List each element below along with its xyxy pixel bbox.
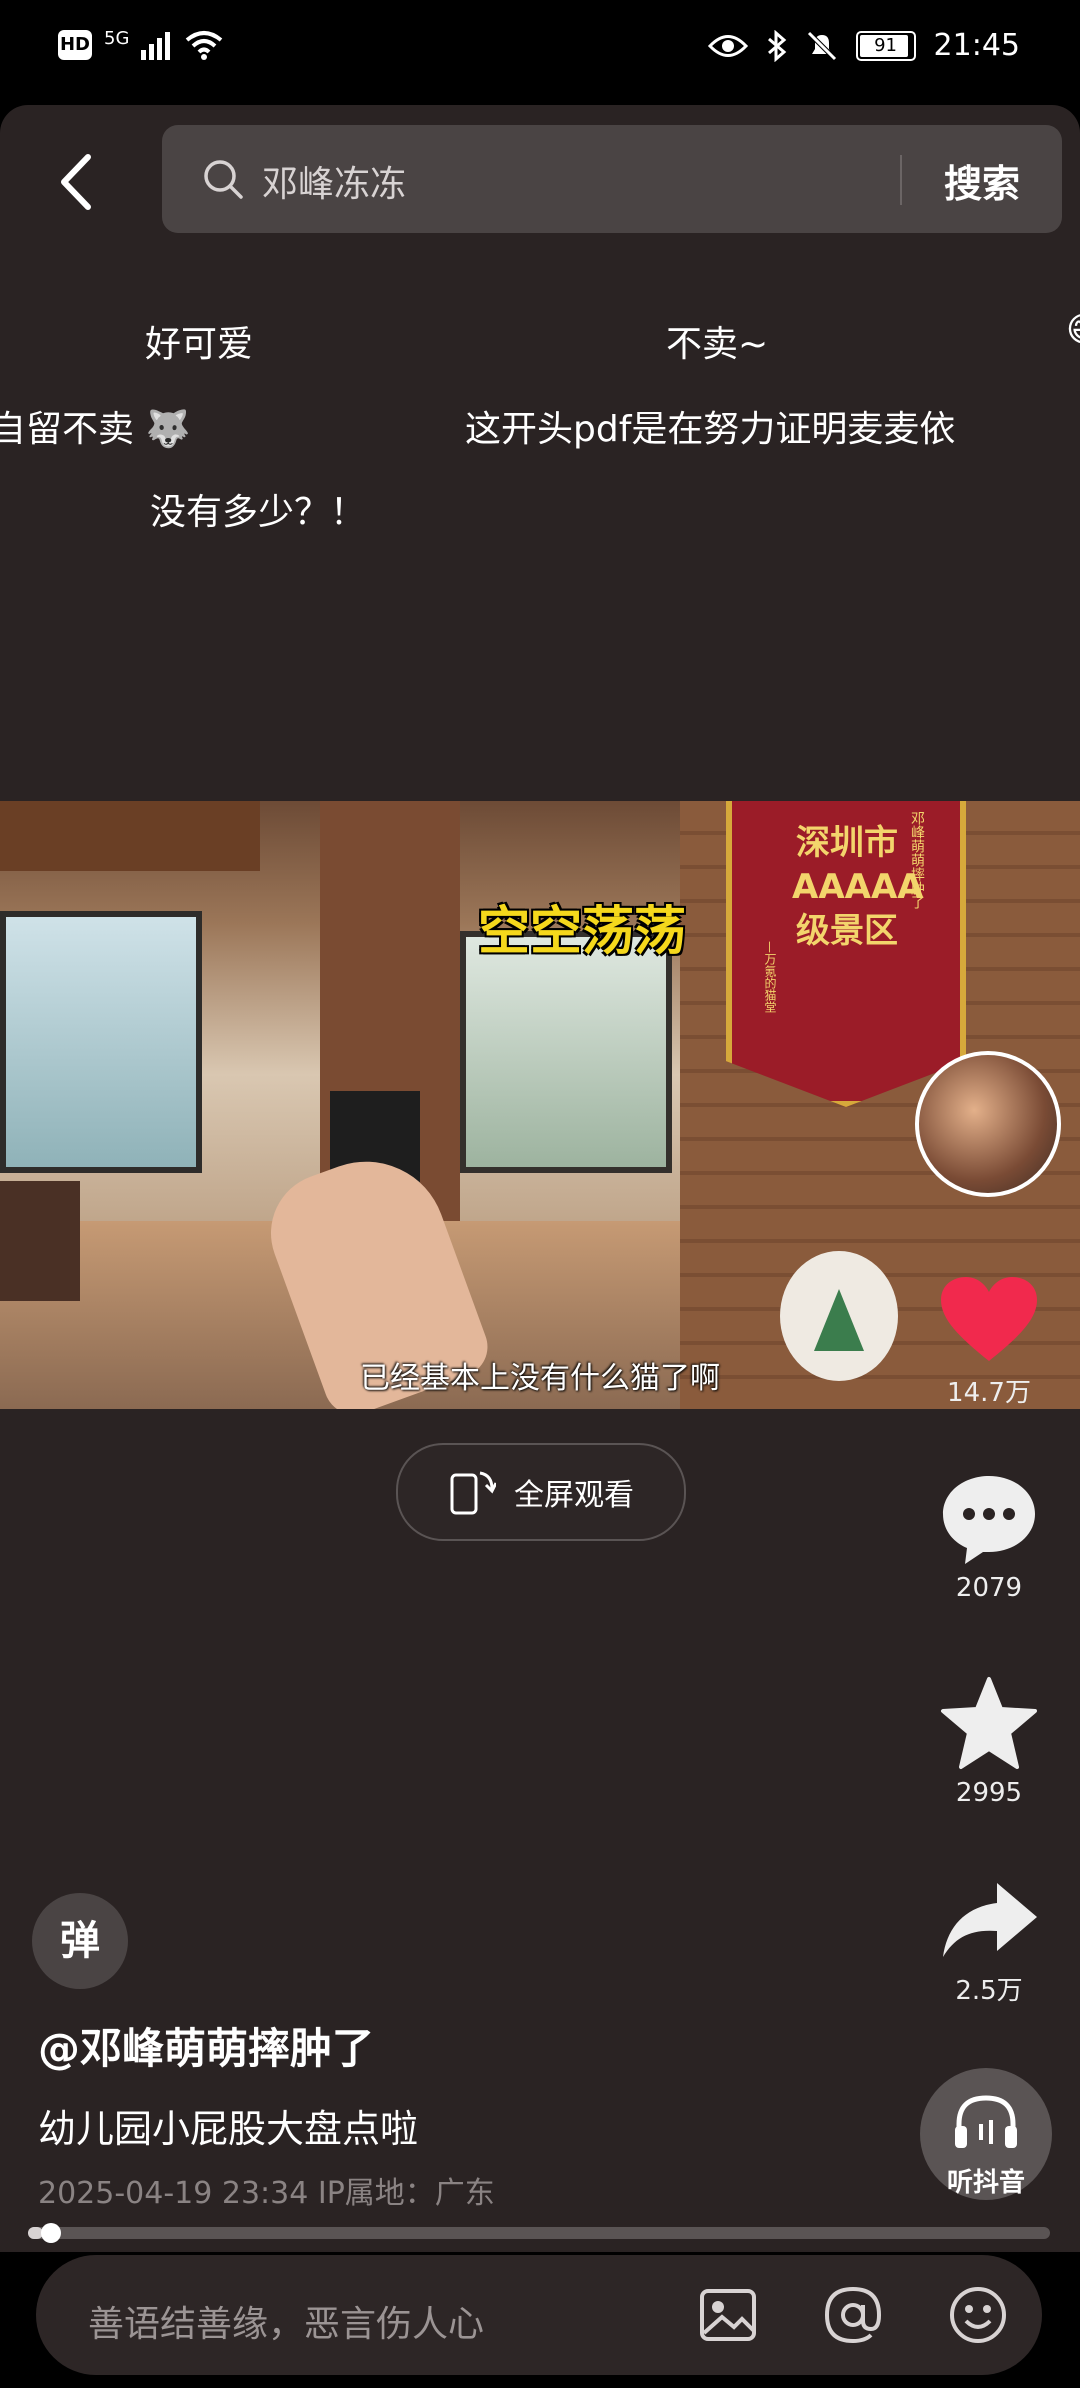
pennant-banner: 深圳市AAAAA级景区 邓峰萌萌摔肿了 —万氪的猫堂 bbox=[726, 801, 966, 1107]
danmaku-item: 好可爱 bbox=[145, 324, 254, 365]
comment-input-bar[interactable]: 善语结善缘，恶言伤人心 bbox=[36, 2255, 1042, 2375]
listen-label: 听抖音 bbox=[946, 2168, 1025, 2198]
video-window bbox=[460, 931, 672, 1173]
video-sofa bbox=[0, 1181, 80, 1301]
listen-button[interactable]: 听抖音 bbox=[920, 2068, 1052, 2200]
search-divider bbox=[900, 155, 902, 205]
search-bar[interactable]: 邓峰冻冻 搜索 bbox=[162, 125, 1062, 233]
danmaku-item: 不卖~ bbox=[666, 324, 769, 365]
star-icon[interactable] bbox=[939, 1675, 1039, 1771]
image-icon[interactable] bbox=[696, 2283, 760, 2347]
battery-icon: 91 bbox=[855, 30, 916, 61]
search-icon bbox=[204, 160, 243, 199]
banner-side-text: 邓峰萌萌摔肿了 bbox=[909, 811, 925, 909]
status-left: HD 5G bbox=[58, 27, 223, 60]
comment-input[interactable]: 善语结善缘，恶言伤人心 bbox=[88, 2295, 484, 2347]
bell-muted-icon bbox=[806, 30, 837, 61]
share-action[interactable]: 2.5万 bbox=[914, 1877, 1064, 2007]
share-arrow-icon[interactable] bbox=[939, 1877, 1039, 1963]
emoji-picker-icon[interactable] bbox=[946, 2283, 1010, 2347]
favorite-action[interactable]: 2995 bbox=[914, 1675, 1064, 1808]
eye-icon bbox=[707, 34, 748, 57]
favorite-count: 2995 bbox=[955, 1778, 1023, 1808]
progress-knob[interactable] bbox=[41, 2223, 62, 2243]
headphones-icon bbox=[955, 2095, 1017, 2148]
hd-icon: HD bbox=[58, 30, 92, 60]
fullscreen-label: 全屏观看 bbox=[514, 1478, 634, 1513]
author-name[interactable]: @邓峰萌萌摔肿了 bbox=[38, 2015, 374, 2076]
video-ceiling bbox=[0, 801, 260, 871]
danmaku-item: 自留不卖 🐺 bbox=[0, 400, 190, 452]
danmaku-item: 这开头pdf是在努力证明麦麦依 bbox=[465, 409, 956, 450]
battery-level: 91 bbox=[874, 34, 897, 56]
comment-action[interactable]: 2079 bbox=[914, 1472, 1064, 1603]
signal-icon bbox=[141, 32, 171, 60]
video-caption: 空空荡荡 bbox=[478, 902, 687, 962]
search-button[interactable]: 搜索 bbox=[944, 153, 1020, 208]
post-description: 幼儿园小屁股大盘点啦 bbox=[38, 2107, 419, 2151]
banner-side-text: —万氪的猫堂 bbox=[763, 941, 777, 1013]
like-action[interactable]: 14.7万 bbox=[914, 1275, 1064, 1409]
post-meta: 2025-04-19 23:34 IP属地：广东 bbox=[38, 2176, 495, 2211]
status-right: 91 21:45 bbox=[707, 28, 1020, 63]
heart-icon[interactable] bbox=[939, 1275, 1039, 1365]
network-type: 5G bbox=[104, 27, 130, 49]
video-progress-bar[interactable] bbox=[28, 2223, 1050, 2243]
share-count: 2.5万 bbox=[955, 1976, 1023, 2006]
comment-bubble-icon[interactable] bbox=[939, 1472, 1039, 1566]
husky-emoji-icon: 🐺 bbox=[134, 409, 191, 450]
banner-text: 深圳市AAAAA级景区 bbox=[792, 823, 924, 951]
emoji-icon: 😄 bbox=[1066, 310, 1080, 350]
video-window bbox=[0, 911, 202, 1173]
clock: 21:45 bbox=[933, 28, 1020, 63]
rotate-screen-icon bbox=[450, 1471, 496, 1515]
comment-count: 2079 bbox=[955, 1573, 1023, 1603]
status-bar: HD 5G 91 21:45 bbox=[0, 0, 1080, 105]
danmaku-item: 没有多少？！ bbox=[150, 492, 367, 533]
author-avatar[interactable] bbox=[915, 1051, 1061, 1197]
app-screen: 邓峰冻冻 搜索 好可爱 不卖~ 自留不卖 🐺 这开头pdf是在努力证明麦麦依 没… bbox=[0, 105, 1080, 2388]
danmaku-toggle-button[interactable]: 弹 bbox=[32, 1893, 128, 1989]
bluetooth-icon bbox=[767, 29, 786, 62]
danmaku-text: 自留不卖 bbox=[0, 409, 135, 450]
back-arrow-icon[interactable] bbox=[50, 147, 110, 217]
search-input[interactable]: 邓峰冻冻 bbox=[262, 155, 406, 207]
wifi-icon bbox=[186, 31, 223, 60]
fullscreen-button[interactable]: 全屏观看 bbox=[396, 1443, 686, 1541]
like-count: 14.7万 bbox=[947, 1378, 1031, 1408]
mention-icon[interactable] bbox=[821, 2283, 885, 2347]
